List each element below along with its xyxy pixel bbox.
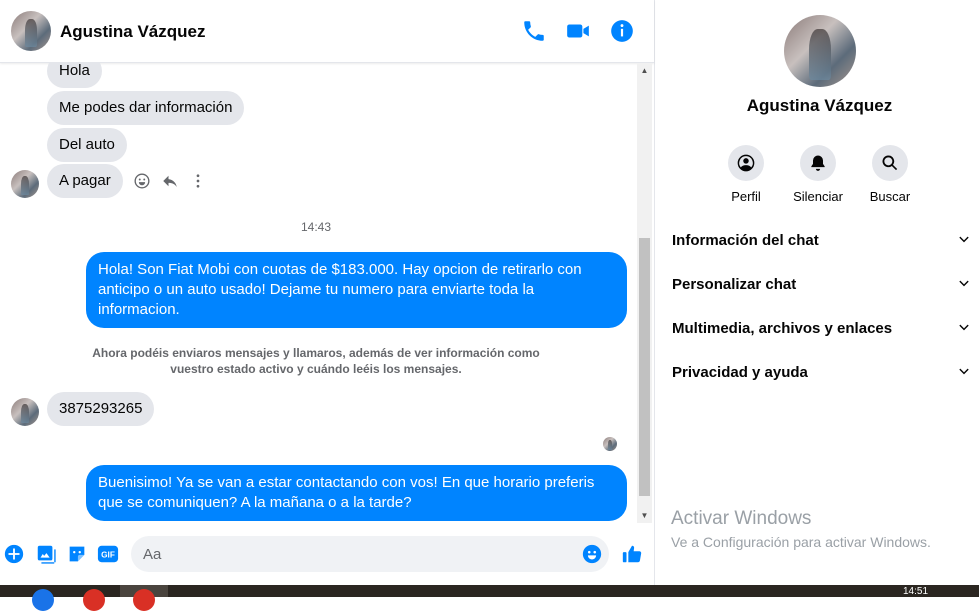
taskbar-app-icon[interactable] [32, 589, 54, 611]
image-icon[interactable] [35, 543, 57, 565]
messenger-window: Agustina Vázquez Hola Me podes dar infor… [0, 0, 979, 585]
taskbar-app-icon[interactable] [83, 589, 105, 611]
message-input[interactable] [131, 536, 609, 572]
action-label: Buscar [869, 189, 911, 204]
watermark-title: Activar Windows [671, 508, 812, 529]
section-customize-chat[interactable]: Personalizar chat [672, 269, 972, 299]
message-outgoing[interactable]: Hola! Son Fiat Mobi con cuotas de $183.0… [86, 252, 627, 328]
taskbar-clock[interactable]: 14:51 [903, 586, 928, 597]
scroll-thumb[interactable] [639, 238, 650, 496]
section-chat-info[interactable]: Información del chat [672, 225, 972, 255]
search-icon [872, 145, 908, 181]
message-outgoing[interactable]: Buenisimo! Ya se van a estar contactando… [86, 465, 627, 521]
conversation-info-panel: Agustina Vázquez Perfil Silenciar Buscar… [656, 0, 979, 585]
emoji-icon[interactable] [581, 543, 603, 565]
search-button[interactable]: Buscar [860, 145, 920, 204]
message-incoming[interactable]: Del auto [47, 128, 127, 162]
message-incoming[interactable]: A pagar [47, 164, 123, 198]
action-label: Perfil [731, 189, 761, 204]
video-icon[interactable] [565, 18, 591, 44]
message-incoming[interactable]: Hola [47, 63, 102, 88]
sender-avatar [11, 170, 39, 198]
section-media-files-links[interactable]: Multimedia, archivos y enlaces [672, 313, 972, 343]
chevron-down-icon [959, 280, 969, 287]
contact-name[interactable]: Agustina Vázquez [60, 22, 205, 42]
scroll-up-arrow[interactable]: ▲ [637, 63, 652, 78]
taskbar-app-icon [133, 589, 155, 611]
section-label: Multimedia, archivos y enlaces [672, 319, 893, 337]
like-icon[interactable] [621, 543, 643, 565]
section-label: Personalizar chat [672, 275, 797, 293]
composer: GIF [0, 530, 654, 580]
contact-avatar[interactable] [11, 11, 51, 51]
contact-name: Agustina Vázquez [746, 96, 893, 115]
sender-avatar [11, 398, 39, 426]
more-icon[interactable] [189, 172, 207, 190]
scrollbar[interactable]: ▲ ▼ [637, 63, 652, 523]
system-notice: Ahora podéis enviaros mensajes y llamaro… [92, 346, 540, 376]
profile-button[interactable]: Perfil [716, 145, 776, 204]
chevron-down-icon [959, 368, 969, 375]
scroll-down-arrow[interactable]: ▼ [637, 508, 652, 523]
taskbar: 14:51 [0, 585, 979, 611]
contact-avatar-large[interactable] [784, 15, 856, 87]
windows-activation-watermark: Activar Windows Ve a Configuración para … [671, 508, 931, 550]
sticker-icon[interactable] [66, 543, 88, 565]
section-label: Privacidad y ayuda [672, 363, 808, 381]
section-label: Información del chat [672, 231, 819, 249]
section-privacy-help[interactable]: Privacidad y ayuda [672, 357, 972, 387]
chat-header: Agustina Vázquez [0, 0, 654, 63]
chat-pane: Agustina Vázquez Hola Me podes dar infor… [0, 0, 655, 585]
info-icon[interactable] [609, 18, 635, 44]
chevron-down-icon [959, 236, 969, 243]
phone-icon[interactable] [521, 18, 547, 44]
message-timestamp: 14:43 [300, 220, 332, 234]
emoji-react-icon[interactable] [133, 172, 151, 190]
plus-icon[interactable] [3, 543, 25, 565]
bell-icon [800, 145, 836, 181]
message-list: Hola Me podes dar información Del auto A… [0, 63, 637, 523]
message-incoming[interactable]: 3875293265 [47, 392, 155, 426]
chevron-down-icon [959, 324, 969, 331]
gif-icon[interactable]: GIF [97, 543, 119, 565]
taskbar-active-app[interactable] [120, 585, 168, 611]
reply-icon[interactable] [161, 172, 179, 190]
watermark-subtitle: Ve a Configuración para activar Windows. [671, 534, 931, 550]
svg-text:GIF: GIF [101, 551, 115, 560]
action-label: Silenciar [793, 189, 843, 204]
seen-indicator-avatar [603, 437, 617, 451]
profile-icon [728, 145, 764, 181]
message-actions [133, 169, 207, 193]
mute-button[interactable]: Silenciar [788, 145, 848, 204]
message-incoming[interactable]: Me podes dar información [47, 91, 245, 125]
